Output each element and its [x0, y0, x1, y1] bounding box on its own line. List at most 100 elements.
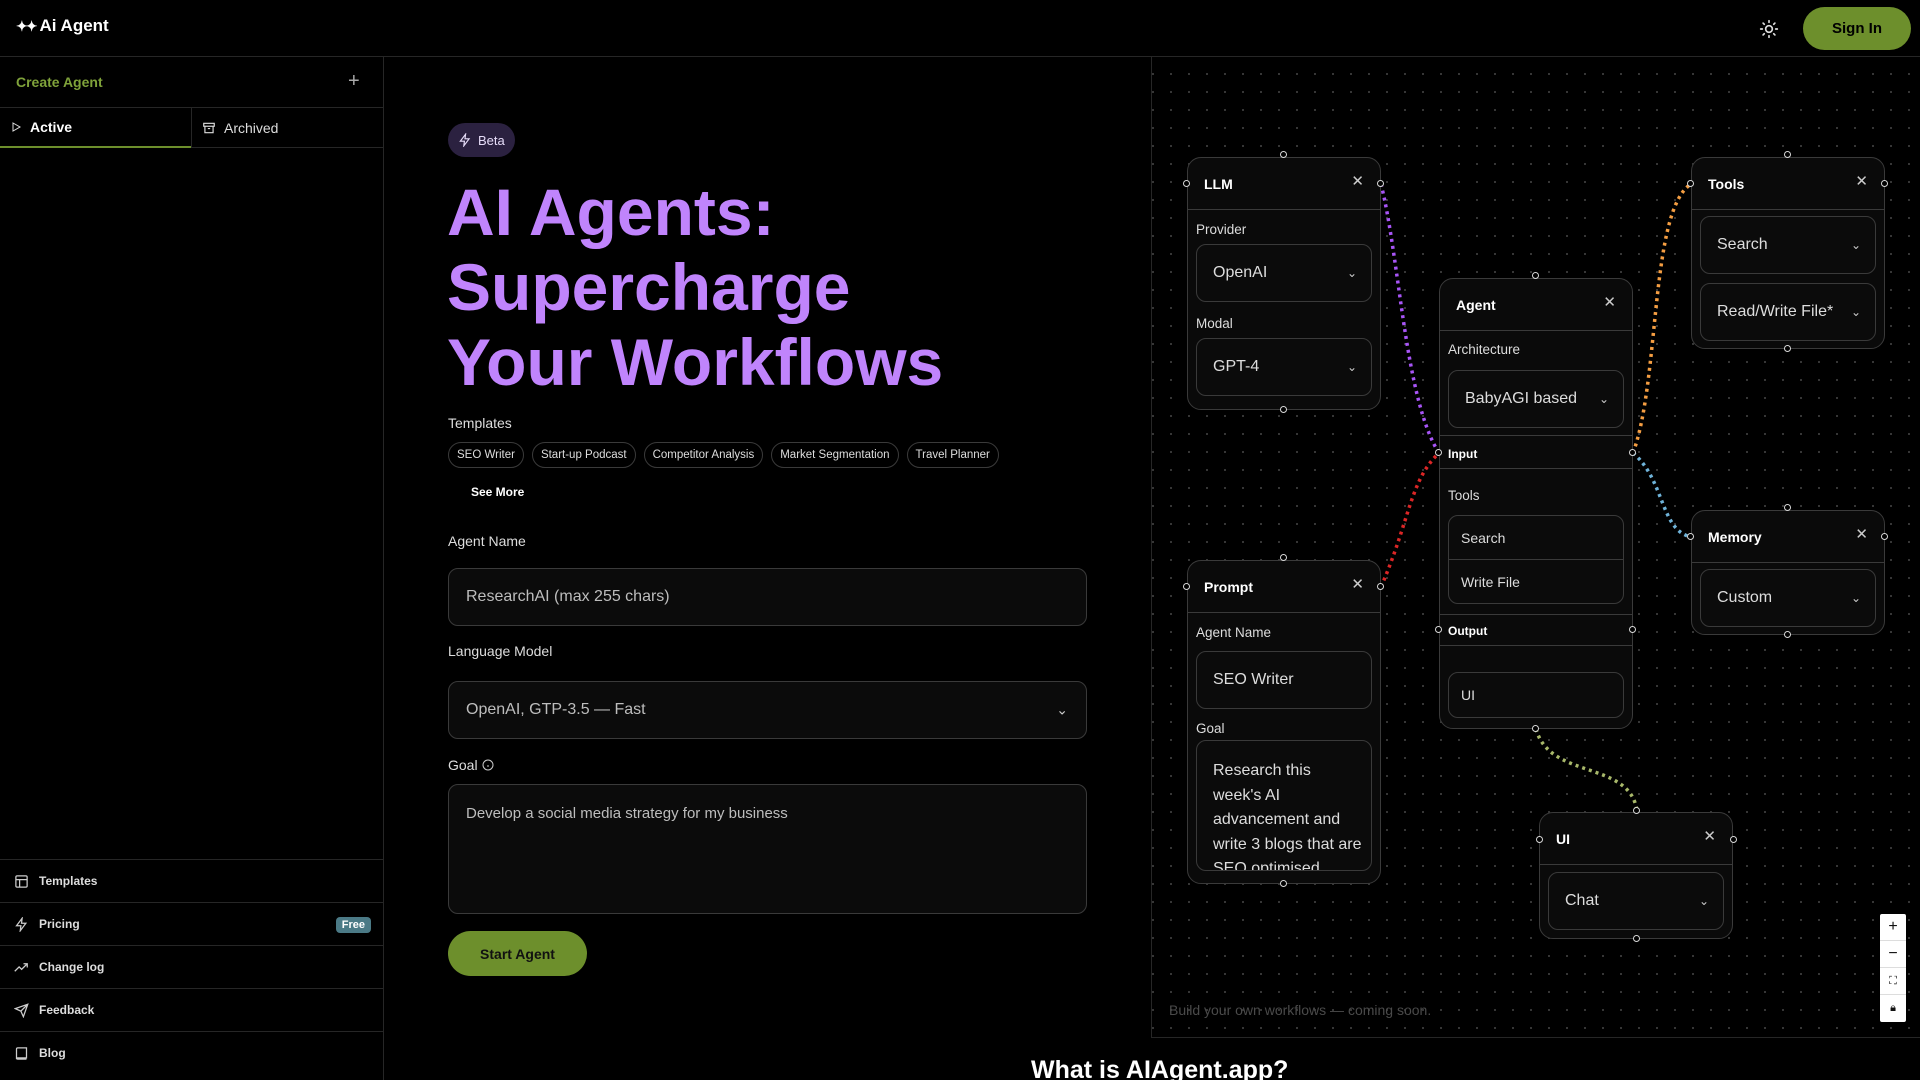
- ui-value: Chat: [1565, 892, 1599, 909]
- lock-button[interactable]: 🔒︎: [1880, 995, 1906, 1022]
- sidebar-item-templates[interactable]: Templates: [0, 859, 383, 902]
- memory-port-top[interactable]: [1784, 504, 1791, 511]
- memory-node-header: Memory ✕: [1692, 511, 1884, 563]
- template-chip-market-segmentation[interactable]: Market Segmentation: [771, 442, 899, 468]
- modal-select[interactable]: GPT-4 ⌄: [1196, 338, 1372, 396]
- sidebar-item-label: Change log: [39, 960, 105, 974]
- llm-node-title: LLM: [1204, 175, 1233, 192]
- ui-node[interactable]: UI ✕ Chat ⌄: [1539, 812, 1733, 939]
- tools-port-bottom[interactable]: [1784, 345, 1791, 352]
- provider-select[interactable]: OpenAI ⌄: [1196, 244, 1372, 302]
- sidebar-item-label: Feedback: [39, 1003, 95, 1017]
- sidebar-item-pricing[interactable]: Pricing Free: [0, 902, 383, 945]
- memory-value: Custom: [1717, 589, 1773, 606]
- tools-option-1: Search: [1717, 236, 1768, 253]
- agent-port-bottom[interactable]: [1532, 725, 1539, 732]
- start-agent-button[interactable]: Start Agent: [448, 931, 587, 976]
- layout-icon: [13, 873, 29, 889]
- create-agent-label: Create Agent: [16, 74, 103, 90]
- prompt-port-left[interactable]: [1183, 583, 1190, 590]
- agent-tool-write-file[interactable]: Write File: [1448, 559, 1624, 604]
- close-icon[interactable]: ✕: [1855, 174, 1868, 189]
- memory-port-bottom[interactable]: [1784, 631, 1791, 638]
- prompt-port-top[interactable]: [1280, 554, 1287, 561]
- agent-tabs: Active Archived: [0, 108, 383, 148]
- llm-node[interactable]: LLM ✕ Provider OpenAI ⌄ Modal GPT-4 ⌄: [1187, 157, 1381, 410]
- language-model-select[interactable]: OpenAI, GTP-3.5 — Fast ⌄: [448, 681, 1087, 739]
- main-panel: Beta AI Agents: Supercharge Your Workflo…: [384, 57, 1151, 1038]
- prompt-node-title: Prompt: [1204, 578, 1253, 595]
- llm-port-right[interactable]: [1377, 180, 1384, 187]
- agent-name-input[interactable]: ResearchAI (max 255 chars): [448, 568, 1087, 626]
- create-agent-row[interactable]: Create Agent +: [0, 57, 383, 108]
- template-chip-seo-writer[interactable]: SEO Writer: [448, 442, 524, 468]
- prompt-port-bottom[interactable]: [1280, 880, 1287, 887]
- theme-toggle-button[interactable]: [1756, 16, 1782, 42]
- zoom-in-button[interactable]: +: [1880, 914, 1906, 941]
- tools-select-search[interactable]: Search ⌄: [1700, 216, 1876, 274]
- llm-port-bottom[interactable]: [1280, 406, 1287, 413]
- agent-port-output-right[interactable]: [1629, 626, 1636, 633]
- memory-port-right[interactable]: [1881, 533, 1888, 540]
- hero-title: AI Agents: Supercharge Your Workflows: [447, 175, 943, 400]
- architecture-select[interactable]: BabyAGI based ⌄: [1448, 370, 1624, 428]
- memory-port-left[interactable]: [1687, 533, 1694, 540]
- close-icon[interactable]: ✕: [1855, 527, 1868, 542]
- sidebar-item-label: Templates: [39, 874, 98, 888]
- tab-active[interactable]: Active: [0, 108, 191, 148]
- plus-icon[interactable]: +: [348, 71, 360, 91]
- sidebar-item-feedback[interactable]: Feedback: [0, 988, 383, 1031]
- prompt-port-right[interactable]: [1377, 583, 1384, 590]
- ui-select[interactable]: Chat ⌄: [1548, 872, 1724, 930]
- sidebar-item-changelog[interactable]: Change log: [0, 945, 383, 988]
- agent-port-output-left[interactable]: [1435, 626, 1442, 633]
- agent-node[interactable]: Agent ✕ Architecture BabyAGI based ⌄ Inp…: [1439, 278, 1633, 729]
- tools-port-left[interactable]: [1687, 180, 1694, 187]
- ui-port-top[interactable]: [1633, 807, 1640, 814]
- sidebar-item-blog[interactable]: Blog: [0, 1031, 383, 1074]
- llm-port-left[interactable]: [1183, 180, 1190, 187]
- template-chip-travel-planner[interactable]: Travel Planner: [906, 442, 999, 468]
- prompt-agent-name-input[interactable]: SEO Writer: [1196, 651, 1372, 709]
- chevron-down-icon: ⌄: [1346, 266, 1357, 280]
- tools-node[interactable]: Tools ✕ Search ⌄ Read/Write File* ⌄: [1691, 157, 1885, 349]
- modal-label: Modal: [1196, 316, 1233, 331]
- tools-port-right[interactable]: [1881, 180, 1888, 187]
- tools-option-2: Read/Write File*: [1717, 303, 1834, 320]
- memory-select[interactable]: Custom ⌄: [1700, 569, 1876, 627]
- info-icon[interactable]: [482, 759, 494, 771]
- close-icon[interactable]: ✕: [1351, 174, 1364, 189]
- goal-label: Goal: [448, 757, 478, 773]
- tools-select-read-write[interactable]: Read/Write File* ⌄: [1700, 283, 1876, 341]
- tab-archived[interactable]: Archived: [191, 108, 382, 148]
- goal-label-row: Goal: [448, 757, 494, 773]
- see-more-link[interactable]: See More: [471, 485, 524, 499]
- agent-node-header: Agent ✕: [1440, 279, 1632, 331]
- hero-line-2: Supercharge: [447, 250, 851, 324]
- agent-port-top[interactable]: [1532, 272, 1539, 279]
- app-logo[interactable]: ✦✦ Ai Agent: [16, 16, 109, 36]
- language-model-label: Language Model: [448, 643, 553, 659]
- template-chip-competitor-analysis[interactable]: Competitor Analysis: [643, 442, 764, 468]
- prompt-node[interactable]: Prompt ✕ Agent Name SEO Writer Goal Rese…: [1187, 560, 1381, 884]
- sign-in-button[interactable]: Sign In: [1803, 7, 1911, 50]
- ui-port-right[interactable]: [1730, 836, 1737, 843]
- goal-textarea[interactable]: Develop a social media strategy for my b…: [448, 784, 1087, 914]
- close-icon[interactable]: ✕: [1351, 577, 1364, 592]
- agent-port-input-right[interactable]: [1629, 449, 1636, 456]
- llm-port-top[interactable]: [1280, 151, 1287, 158]
- ui-port-bottom[interactable]: [1633, 935, 1640, 942]
- tools-port-top[interactable]: [1784, 151, 1791, 158]
- architecture-label: Architecture: [1448, 342, 1521, 357]
- zoom-out-button[interactable]: −: [1880, 941, 1906, 968]
- close-icon[interactable]: ✕: [1703, 829, 1716, 844]
- agent-tool-search[interactable]: Search: [1448, 515, 1624, 560]
- agent-port-input-left[interactable]: [1435, 449, 1442, 456]
- prompt-goal-textarea[interactable]: Research this week's AI advancement and …: [1196, 740, 1372, 871]
- agent-output-ui[interactable]: UI: [1448, 672, 1624, 718]
- fit-view-button[interactable]: ⛶: [1880, 968, 1906, 995]
- ui-port-left[interactable]: [1536, 836, 1543, 843]
- close-icon[interactable]: ✕: [1603, 295, 1616, 310]
- memory-node[interactable]: Memory ✕ Custom ⌄: [1691, 510, 1885, 635]
- template-chip-startup-podcast[interactable]: Start-up Podcast: [531, 442, 636, 468]
